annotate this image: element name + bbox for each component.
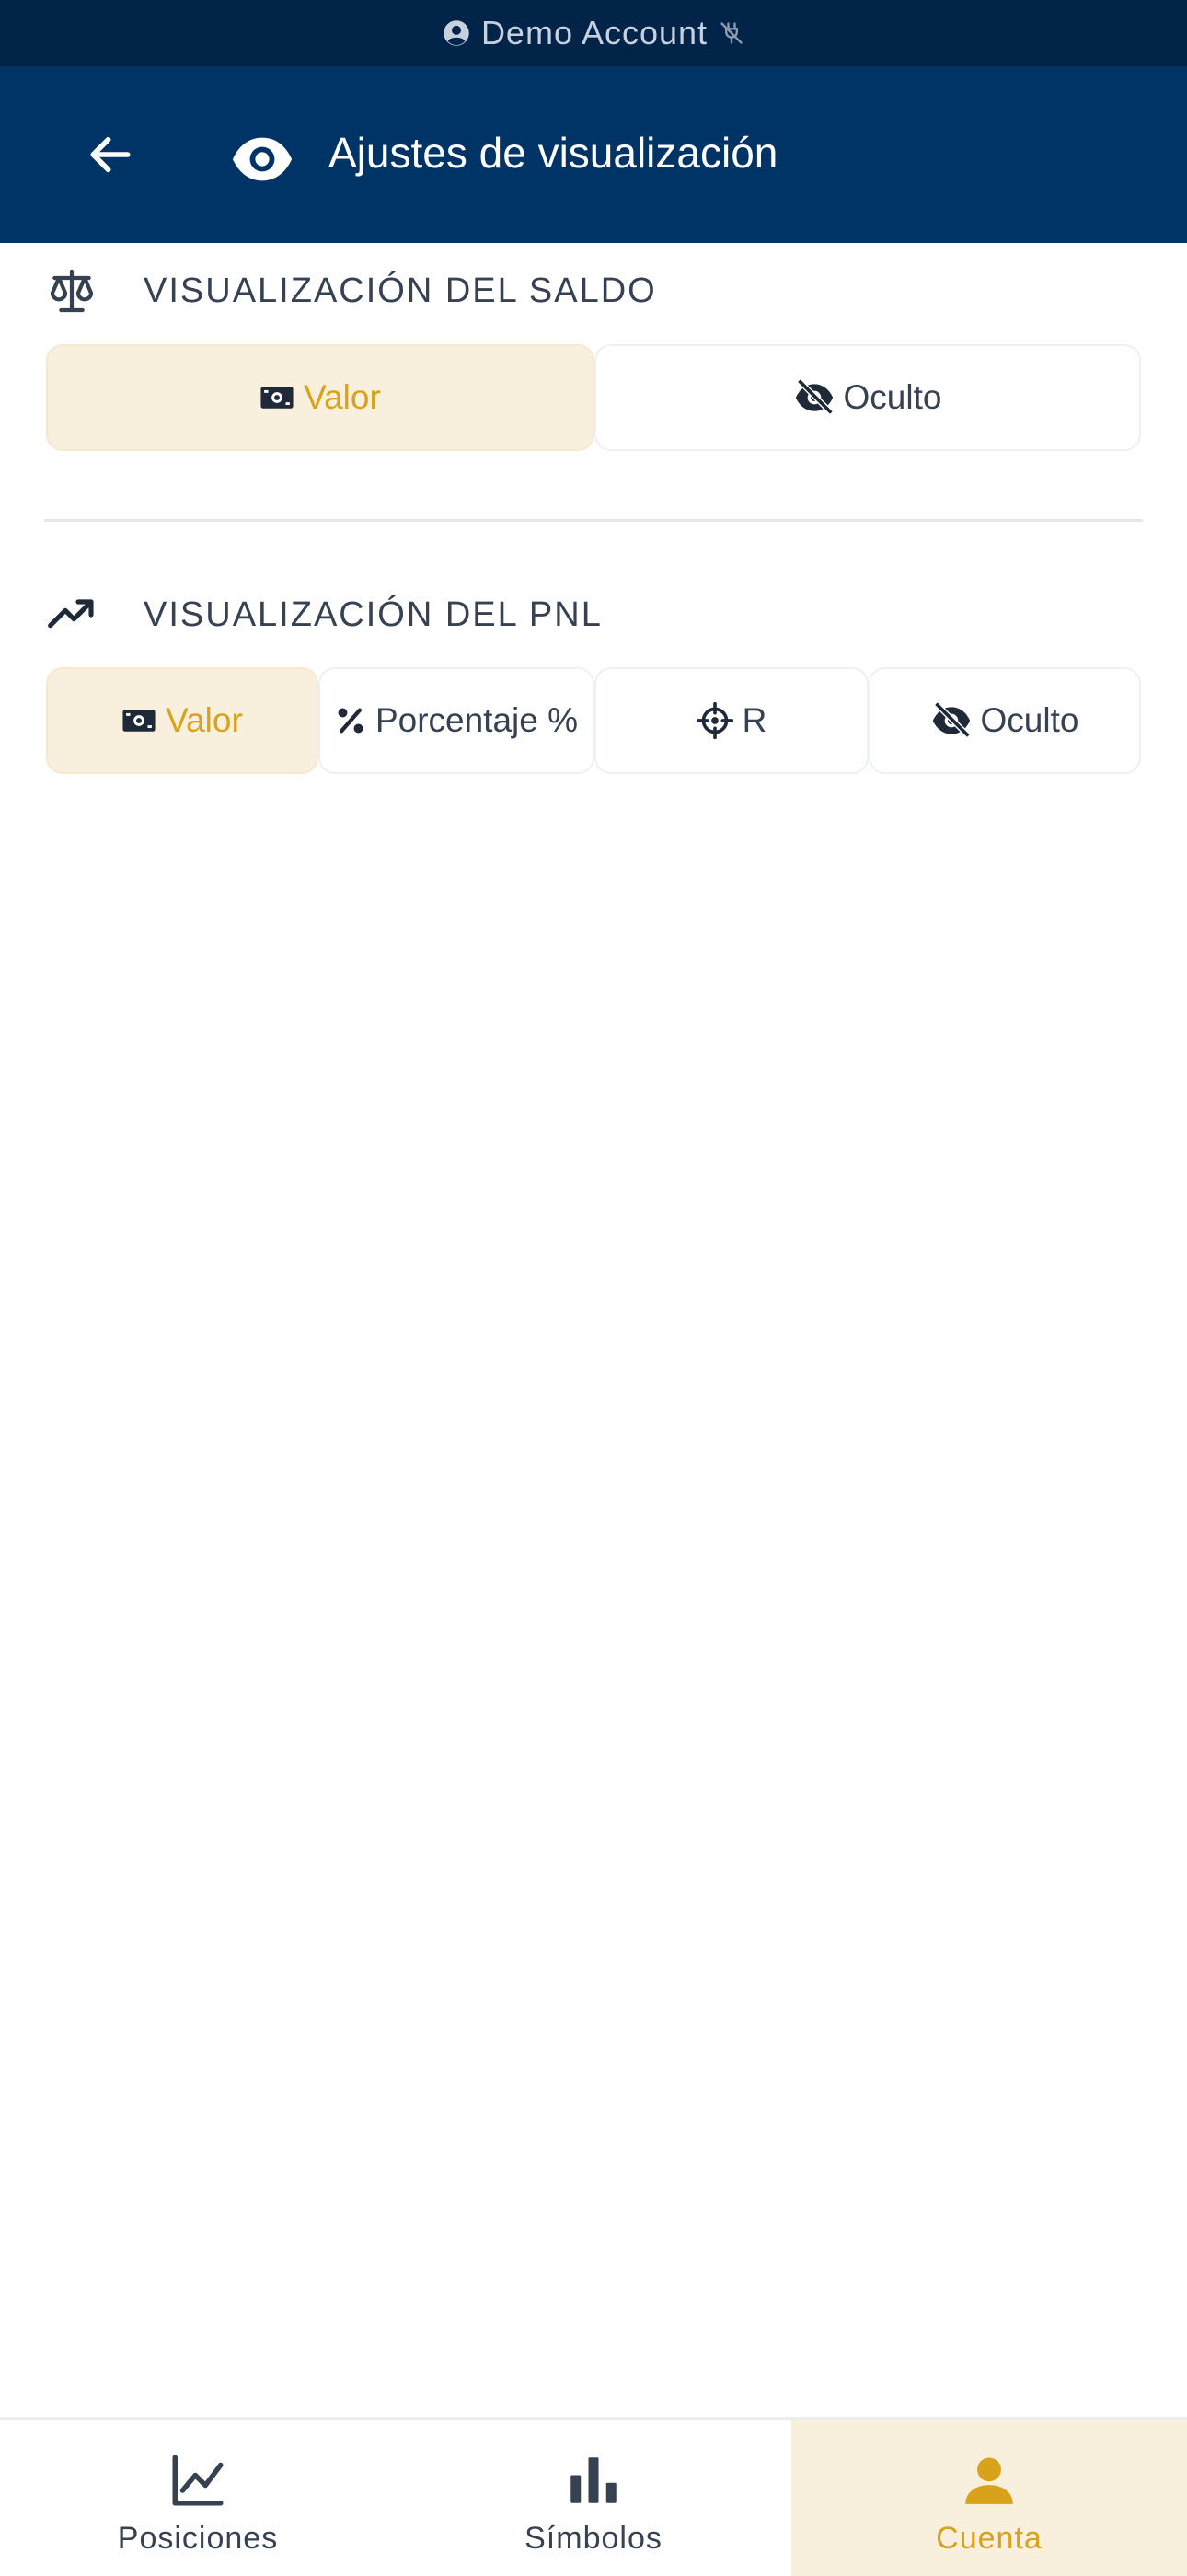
nav-label: Posiciones	[117, 2521, 279, 2556]
trending-up-icon	[44, 587, 99, 642]
page-title: Ajustes de visualización	[328, 129, 778, 177]
balance-option-value[interactable]: Valor	[46, 344, 594, 451]
eye-slash-icon	[931, 700, 972, 741]
pnl-option-r[interactable]: R	[594, 667, 869, 774]
nav-item-symbols[interactable]: Símbolos	[396, 2420, 791, 2576]
crosshairs-icon	[696, 702, 733, 739]
back-button[interactable]	[75, 121, 145, 191]
plug-off-icon	[719, 20, 744, 46]
option-label: Valor	[166, 701, 243, 739]
percent-icon	[335, 705, 366, 736]
pnl-section-label: VISUALIZACIÓN DEL PNL	[144, 595, 603, 634]
nav-item-account[interactable]: Cuenta	[791, 2420, 1187, 2576]
account-label: Demo Account	[480, 14, 709, 52]
pnl-section-header: VISUALIZACIÓN DEL PNL	[44, 587, 601, 642]
balance-section-header: VISUALIZACIÓN DEL SALDO	[44, 263, 655, 318]
user-icon	[956, 2447, 1022, 2513]
balance-scale-icon	[44, 263, 99, 318]
nav-label: Símbolos	[524, 2521, 663, 2556]
app-header: Ajustes de visualización	[0, 66, 1187, 243]
status-bar: Demo Account	[0, 0, 1187, 66]
nav-label: Cuenta	[936, 2521, 1043, 2556]
pnl-option-hidden[interactable]: Oculto	[869, 667, 1141, 774]
pnl-option-value[interactable]: Valor	[46, 667, 318, 774]
bottom-nav: Posiciones Símbolos Cuenta	[0, 2417, 1187, 2576]
arrow-left-icon	[85, 129, 136, 185]
money-bill-icon	[259, 384, 294, 411]
pnl-option-percentage[interactable]: Porcentaje %	[318, 667, 594, 774]
balance-display-options: Valor Oculto	[46, 344, 1141, 451]
money-bill-icon	[121, 707, 156, 734]
nav-item-positions[interactable]: Posiciones	[0, 2420, 396, 2576]
user-circle-icon	[443, 19, 470, 47]
eye-slash-icon	[794, 377, 835, 418]
option-label: Porcentaje %	[375, 701, 579, 739]
pnl-display-options: Valor Porcentaje % R Oculto	[46, 667, 1141, 774]
line-chart-icon	[165, 2447, 231, 2513]
balance-section-label: VISUALIZACIÓN DEL SALDO	[144, 271, 657, 310]
option-label: R	[742, 701, 767, 739]
option-label: Oculto	[843, 378, 942, 416]
bar-chart-icon	[560, 2447, 627, 2513]
balance-option-hidden[interactable]: Oculto	[594, 344, 1141, 451]
option-label: Oculto	[980, 701, 1079, 739]
section-divider	[44, 519, 1143, 522]
option-label: Valor	[304, 378, 381, 416]
eye-icon	[230, 127, 294, 191]
